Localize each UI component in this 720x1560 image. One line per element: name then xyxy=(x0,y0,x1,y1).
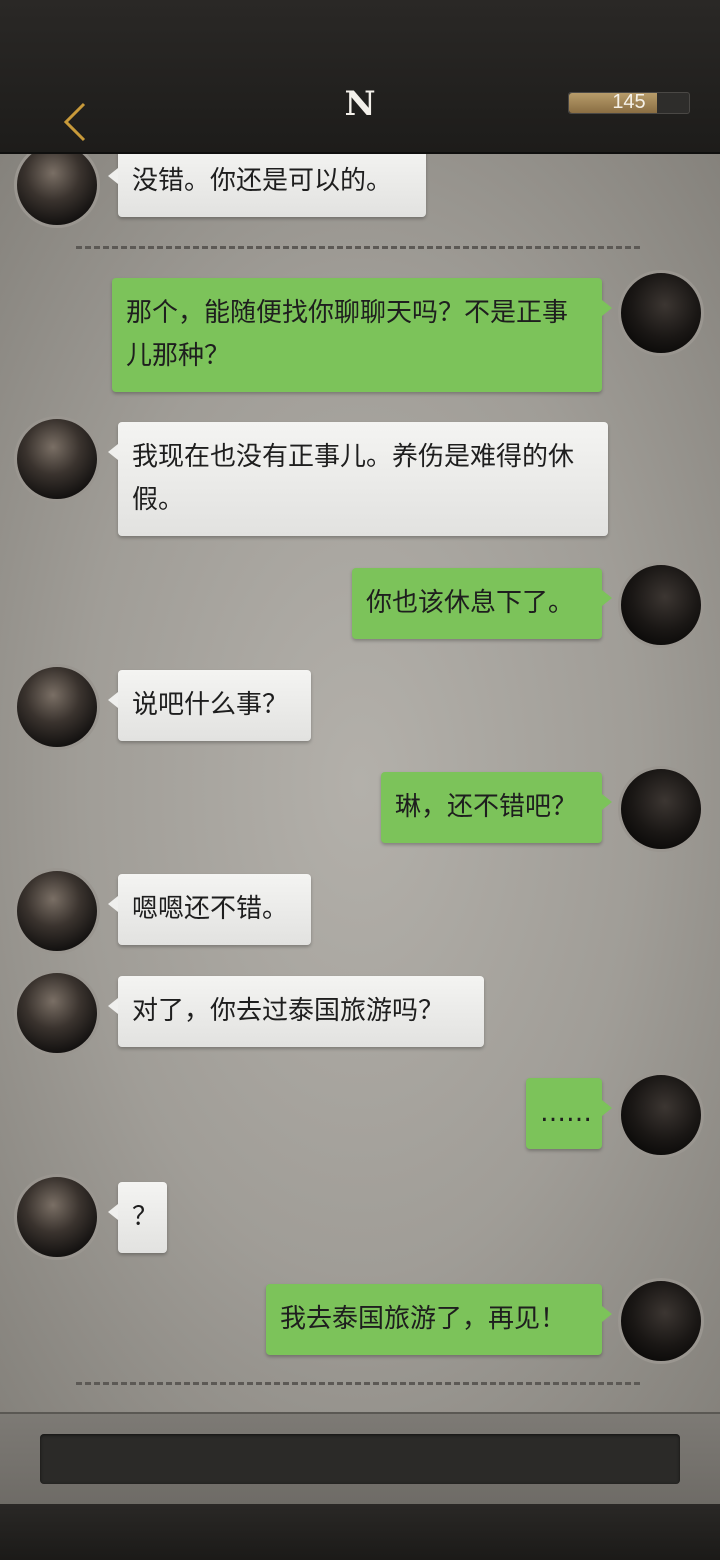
top-bar: N 145 xyxy=(0,0,720,154)
chat-area[interactable]: 没错。你还是可以的。 那个，能随便找你聊聊天吗？不是正事儿那种？ 我现在也没有正… xyxy=(0,154,720,1412)
divider xyxy=(76,1382,640,1385)
user-avatar[interactable] xyxy=(618,1278,704,1364)
contact-avatar[interactable] xyxy=(14,1174,100,1260)
message-bubble-outgoing[interactable]: …… xyxy=(526,1078,612,1149)
message-bubble-incoming[interactable]: ？ xyxy=(108,1182,167,1253)
input-area xyxy=(0,1412,720,1506)
contact-avatar[interactable] xyxy=(14,154,100,228)
message-bubble-incoming[interactable]: 嗯嗯还不错。 xyxy=(108,874,311,945)
divider xyxy=(76,246,640,249)
message-bubble-incoming[interactable]: 说吧什么事？ xyxy=(108,670,311,741)
message-bubble-outgoing[interactable]: 那个，能随便找你聊聊天吗？不是正事儿那种？ xyxy=(112,278,612,392)
user-avatar[interactable] xyxy=(618,1072,704,1158)
user-avatar[interactable] xyxy=(618,766,704,852)
contact-avatar[interactable] xyxy=(14,868,100,954)
energy-counter-value: 145 xyxy=(612,91,646,113)
message-bubble-incoming[interactable]: 我现在也没有正事儿。养伤是难得的休假。 xyxy=(108,422,608,536)
contact-avatar[interactable] xyxy=(14,664,100,750)
contact-avatar[interactable] xyxy=(14,970,100,1056)
user-avatar[interactable] xyxy=(618,562,704,648)
message-bubble-outgoing[interactable]: 琳，还不错吧？ xyxy=(381,772,612,843)
contact-avatar[interactable] xyxy=(14,416,100,502)
message-bubble-outgoing[interactable]: 我去泰国旅游了，再见！ xyxy=(266,1284,612,1355)
message-input[interactable] xyxy=(40,1434,680,1484)
message-bubble-outgoing[interactable]: 你也该休息下了。 xyxy=(352,568,612,639)
energy-counter: 145 xyxy=(568,91,690,114)
message-bubble-incoming[interactable]: 没错。你还是可以的。 xyxy=(108,154,426,217)
message-bubble-incoming[interactable]: 对了，你去过泰国旅游吗？ xyxy=(108,976,484,1047)
user-avatar[interactable] xyxy=(618,270,704,356)
bottom-bar xyxy=(0,1504,720,1560)
